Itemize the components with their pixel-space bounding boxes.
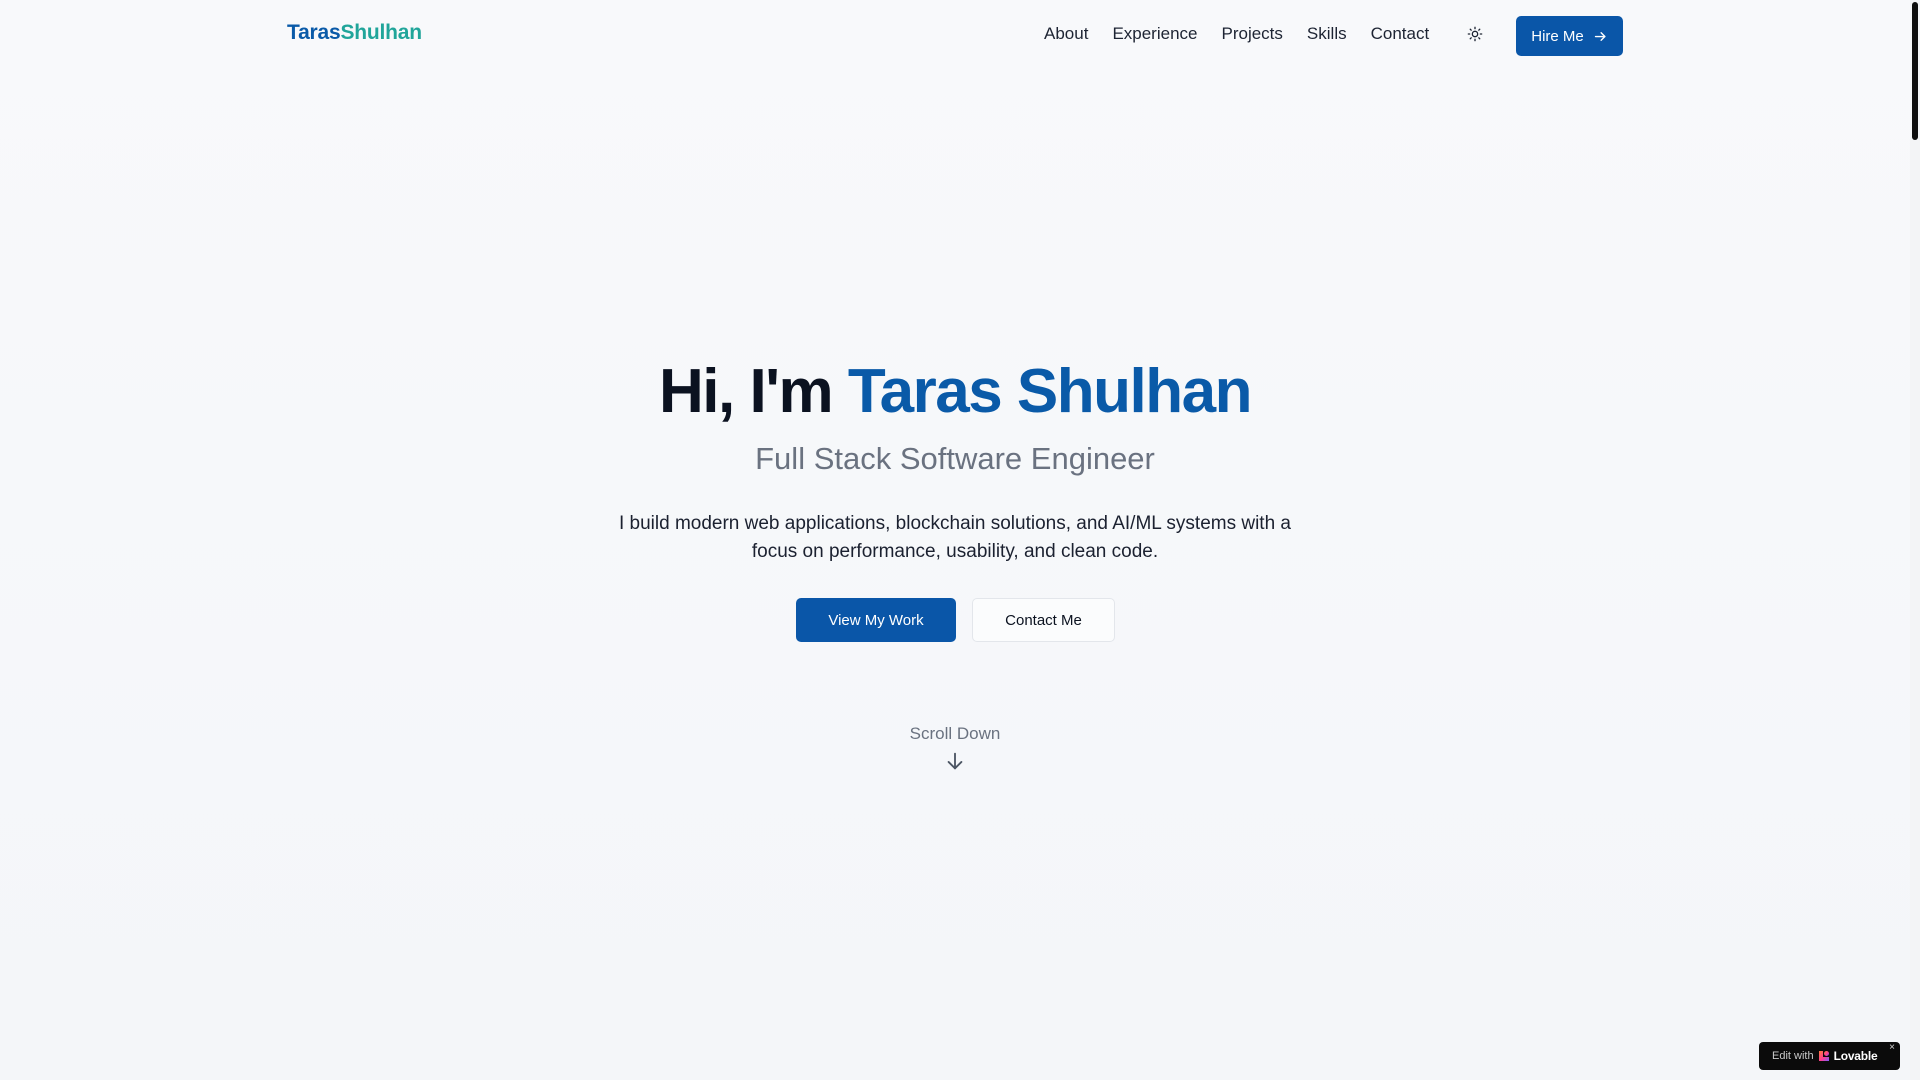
scrollbar-thumb[interactable] xyxy=(1912,2,1918,140)
badge-close-icon[interactable]: × xyxy=(1889,1043,1895,1053)
arrow-down-icon xyxy=(947,752,963,770)
page-scrollbar[interactable] xyxy=(1910,0,1920,1080)
lovable-heart-icon xyxy=(1818,1051,1829,1061)
badge-brand: Lovable xyxy=(1833,1049,1878,1063)
scroll-down-link[interactable]: Scroll Down xyxy=(0,724,1910,772)
view-my-work-button[interactable]: View My Work xyxy=(796,598,956,642)
contact-me-button[interactable]: Contact Me xyxy=(972,598,1115,642)
hero-description: I build modern web applications, blockch… xyxy=(618,513,1292,562)
hero-title: Hi, I'm Taras Shulhan xyxy=(0,357,1910,426)
hero-subtitle: Full Stack Software Engineer xyxy=(755,441,1155,476)
badge-prefix: Edit with xyxy=(1772,1050,1814,1062)
hero-greeting: Hi, I'm xyxy=(659,357,834,426)
hero-section: Hi, I'm Taras Shulhan Full Stack Softwar… xyxy=(0,0,1910,1080)
scroll-down-label: Scroll Down xyxy=(909,724,1001,743)
edit-with-lovable-badge[interactable]: Edit with Lovable × xyxy=(1759,1042,1900,1070)
hero-name: Taras Shulhan xyxy=(847,357,1253,426)
